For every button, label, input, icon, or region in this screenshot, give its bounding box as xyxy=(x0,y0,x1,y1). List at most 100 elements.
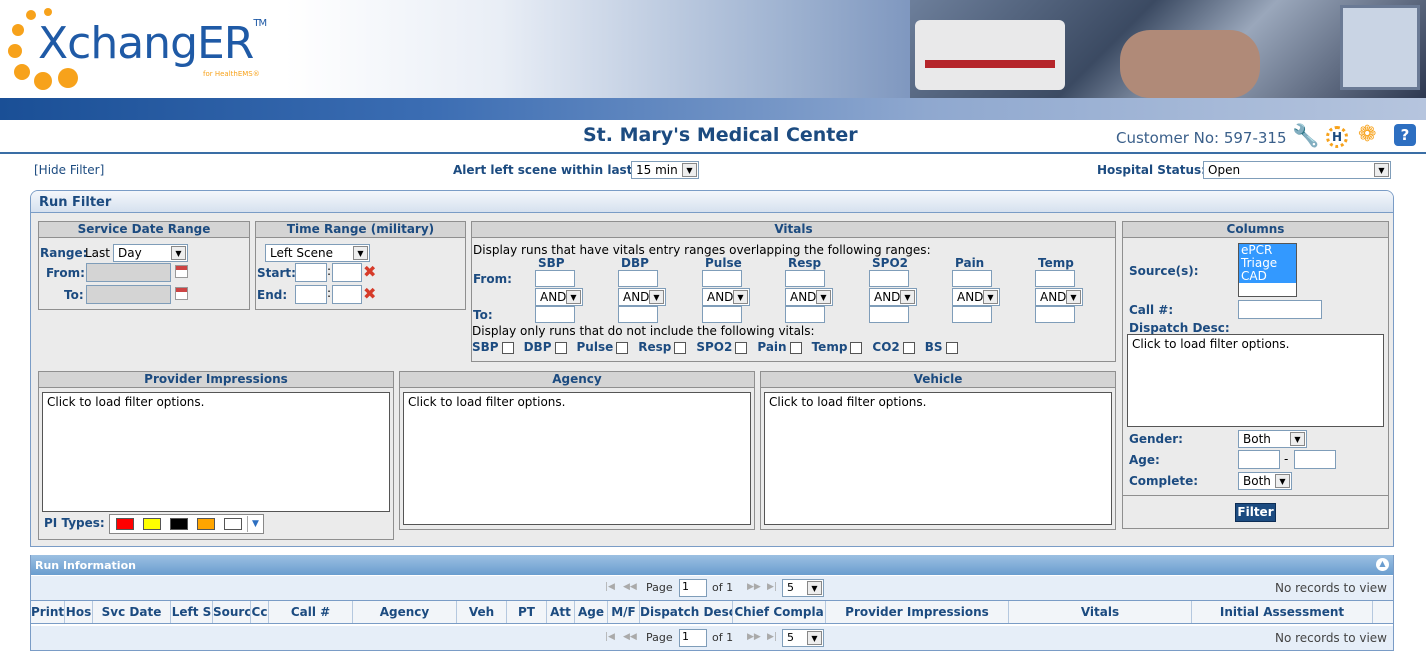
vitals-to-input[interactable] xyxy=(952,306,992,323)
vitals-exclude-item[interactable]: CO2 xyxy=(872,340,915,354)
age-min-input[interactable] xyxy=(1238,450,1280,469)
pi-type-swatch[interactable] xyxy=(143,518,161,530)
start-minute-input[interactable] xyxy=(332,263,362,282)
end-minute-input[interactable] xyxy=(332,285,362,304)
pi-types-dropdown-icon[interactable]: ▼ xyxy=(247,516,263,532)
page-size-select[interactable]: 5 ▼ xyxy=(782,629,824,647)
dispatch-desc-box[interactable]: Click to load filter options. xyxy=(1127,334,1384,427)
calendar-icon[interactable] xyxy=(175,287,188,300)
vitals-exclude-checkbox[interactable] xyxy=(735,341,748,354)
prev-page-icon[interactable]: ◀◀ xyxy=(623,632,637,642)
agency-list[interactable]: Click to load filter options. xyxy=(403,392,751,525)
vitals-from-input[interactable] xyxy=(702,270,742,287)
vitals-exclude-checkbox[interactable] xyxy=(789,341,802,354)
vitals-and-select[interactable]: AND ▼ xyxy=(1035,288,1083,306)
vitals-exclude-item[interactable]: Temp xyxy=(812,340,863,354)
column-header[interactable]: Call # xyxy=(269,601,353,623)
vitals-to-input[interactable] xyxy=(702,306,742,323)
column-header[interactable]: Dispatch Desc xyxy=(640,601,733,623)
vitals-and-select[interactable]: AND ▼ xyxy=(535,288,583,306)
complete-select[interactable]: Both ▼ xyxy=(1238,472,1292,490)
help-icon[interactable]: ? xyxy=(1394,124,1416,146)
column-header[interactable]: Vitals xyxy=(1009,601,1192,623)
clear-end-icon[interactable]: ✖ xyxy=(363,284,376,303)
first-page-icon[interactable]: |◀ xyxy=(605,582,615,592)
vitals-to-input[interactable] xyxy=(535,306,575,323)
vitals-from-input[interactable] xyxy=(618,270,658,287)
vitals-to-input[interactable] xyxy=(1035,306,1075,323)
page-size-select[interactable]: 5 ▼ xyxy=(782,579,824,597)
flower-icon[interactable]: ❁ xyxy=(1358,122,1382,147)
vitals-exclude-item[interactable]: Pulse xyxy=(577,340,629,354)
collapse-icon[interactable]: ▲ xyxy=(1376,558,1389,571)
column-header[interactable]: Sourc xyxy=(213,601,251,623)
alert-select[interactable]: 15 min ▼ xyxy=(631,161,699,179)
vitals-from-input[interactable] xyxy=(535,270,575,287)
start-hour-input[interactable] xyxy=(295,263,327,282)
from-date-input[interactable] xyxy=(86,263,171,282)
column-header[interactable]: Svc Date xyxy=(93,601,171,623)
page-input[interactable]: 1 xyxy=(679,579,707,597)
vitals-exclude-item[interactable]: Pain xyxy=(757,340,802,354)
vitals-and-select[interactable]: AND ▼ xyxy=(869,288,917,306)
gender-select[interactable]: Both ▼ xyxy=(1238,430,1307,448)
call-number-input[interactable] xyxy=(1238,300,1322,319)
pi-type-swatch[interactable] xyxy=(116,518,134,530)
vitals-exclude-checkbox[interactable] xyxy=(501,341,514,354)
column-header[interactable]: Print xyxy=(31,601,65,623)
vitals-exclude-item[interactable]: Resp xyxy=(638,340,687,354)
vitals-and-select[interactable]: AND ▼ xyxy=(702,288,750,306)
vitals-exclude-checkbox[interactable] xyxy=(902,341,915,354)
provider-impressions-list[interactable]: Click to load filter options. xyxy=(42,392,390,512)
vitals-from-input[interactable] xyxy=(1035,270,1075,287)
wrench-icon[interactable]: 🔧 xyxy=(1292,124,1319,149)
h-icon[interactable]: H xyxy=(1326,126,1348,148)
vitals-exclude-item[interactable]: SPO2 xyxy=(696,340,748,354)
calendar-icon[interactable] xyxy=(175,265,188,278)
vehicle-list[interactable]: Click to load filter options. xyxy=(764,392,1112,525)
column-header[interactable]: Agency xyxy=(353,601,457,623)
vitals-and-select[interactable]: AND ▼ xyxy=(618,288,666,306)
column-header[interactable]: Veh xyxy=(457,601,507,623)
vitals-exclude-item[interactable]: BS xyxy=(925,340,958,354)
column-header[interactable]: PT xyxy=(507,601,547,623)
vitals-exclude-checkbox[interactable] xyxy=(850,341,863,354)
hospital-status-select[interactable]: Open ▼ xyxy=(1203,161,1391,179)
age-max-input[interactable] xyxy=(1294,450,1336,469)
pi-type-swatch[interactable] xyxy=(197,518,215,530)
last-page-icon[interactable]: ▶| xyxy=(767,632,777,642)
end-hour-input[interactable] xyxy=(295,285,327,304)
column-header[interactable]: Att xyxy=(547,601,575,623)
next-page-icon[interactable]: ▶▶ xyxy=(747,582,761,592)
time-range-select[interactable]: Left Scene ▼ xyxy=(265,244,370,262)
next-page-icon[interactable]: ▶▶ xyxy=(747,632,761,642)
pi-type-swatch[interactable] xyxy=(224,518,242,530)
vitals-to-input[interactable] xyxy=(618,306,658,323)
hide-filter-link[interactable]: [Hide Filter] xyxy=(34,163,104,177)
first-page-icon[interactable]: |◀ xyxy=(605,632,615,642)
pi-type-swatch[interactable] xyxy=(170,518,188,530)
vitals-from-input[interactable] xyxy=(952,270,992,287)
vitals-and-select[interactable]: AND ▼ xyxy=(785,288,833,306)
source-option[interactable]: CAD xyxy=(1241,270,1296,283)
vitals-exclude-checkbox[interactable] xyxy=(674,341,687,354)
vitals-and-select[interactable]: AND ▼ xyxy=(952,288,1000,306)
column-header[interactable]: Hos xyxy=(65,601,93,623)
vitals-exclude-checkbox[interactable] xyxy=(616,341,629,354)
vitals-to-input[interactable] xyxy=(785,306,825,323)
column-header[interactable]: Initial Assessment xyxy=(1192,601,1373,623)
vitals-exclude-item[interactable]: SBP xyxy=(472,340,514,354)
column-header[interactable]: Cc xyxy=(251,601,269,623)
column-header[interactable]: Age xyxy=(575,601,608,623)
column-header[interactable]: Provider Impressions xyxy=(826,601,1009,623)
column-header[interactable]: Left S xyxy=(171,601,213,623)
vitals-exclude-checkbox[interactable] xyxy=(945,341,958,354)
sources-listbox[interactable]: ePCR Triage CAD xyxy=(1238,243,1297,297)
to-date-input[interactable] xyxy=(86,285,171,304)
column-header[interactable]: M/F xyxy=(608,601,640,623)
range-select[interactable]: Day ▼ xyxy=(113,244,188,262)
filter-button[interactable]: Filter xyxy=(1235,503,1276,522)
column-header[interactable]: Chief Compla xyxy=(733,601,826,623)
vitals-to-input[interactable] xyxy=(869,306,909,323)
vitals-from-input[interactable] xyxy=(869,270,909,287)
